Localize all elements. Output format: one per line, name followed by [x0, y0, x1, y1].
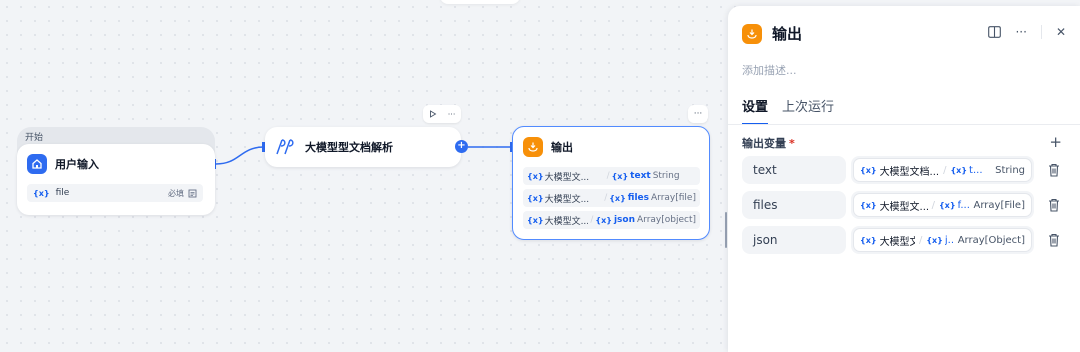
output-row-type: String	[652, 171, 680, 181]
tab-last-run[interactable]: 上次运行	[782, 96, 834, 125]
output-node-title: 输出	[551, 141, 573, 154]
trash-icon[interactable]	[1046, 197, 1062, 213]
output-row-source: 大模型文...	[544, 194, 590, 205]
tabs-divider	[728, 124, 1080, 125]
source-var: t...	[969, 164, 983, 176]
more-icon[interactable]: ···	[1015, 25, 1026, 39]
add-variable-button[interactable]: +	[1049, 133, 1062, 151]
llm-node-toolbar[interactable]: ···	[423, 105, 461, 123]
output-row: {x} 大模型文... / {x} json Array[object]	[523, 211, 700, 229]
output-more-button[interactable]: ···	[688, 105, 708, 123]
panel-title: 输出	[772, 25, 803, 43]
variable-icon: {x}	[860, 165, 877, 175]
output-row-var: json	[613, 215, 635, 225]
variable-icon: {x}	[527, 171, 544, 181]
output-row-source: 大模型文...	[544, 172, 590, 183]
llm-logo-icon	[276, 139, 294, 155]
variable-name-field[interactable]: files	[742, 191, 846, 219]
start-node[interactable]: 用户输入 {x} file 必填	[17, 144, 215, 215]
required-star: *	[789, 137, 795, 150]
description-input[interactable]: 添加描述...	[742, 62, 797, 78]
document-icon	[188, 189, 197, 197]
start-group-label: 开始	[25, 133, 44, 143]
variable-icon: {x}	[860, 235, 877, 245]
variable-icon: {x}	[950, 165, 968, 175]
source-var: f...	[957, 199, 970, 211]
play-icon[interactable]	[429, 110, 437, 118]
source-type: Array[File]	[973, 199, 1025, 211]
variable-icon: {x}	[938, 200, 956, 210]
close-icon[interactable]: ✕	[1056, 25, 1066, 39]
panel-tabs: 设置 上次运行	[742, 96, 834, 125]
output-row-type: Array[object]	[637, 215, 696, 225]
source-type: String	[995, 164, 1025, 176]
variable-icon: {x}	[609, 193, 626, 203]
variable-icon: {x}	[527, 215, 544, 225]
start-group[interactable]: 开始 用户输入 {x} file 必填	[17, 127, 215, 215]
variable-icon: {x}	[595, 215, 612, 225]
required-label: 必填	[168, 188, 184, 198]
output-row-var: text	[630, 171, 651, 181]
edge-start-llm	[215, 146, 265, 165]
tab-settings[interactable]: 设置	[742, 96, 769, 125]
variable-source-select[interactable]: {x} 大模型文档... / {x} t... String	[851, 156, 1034, 184]
variable-source-select[interactable]: {x} 大模型文... / {x} j... Array[Object]	[851, 226, 1034, 254]
variable-name-field[interactable]: text	[742, 156, 846, 184]
output-row: {x} 大模型文... / {x} text String	[523, 167, 700, 185]
variable-icon: {x}	[860, 200, 877, 210]
panel-resize-handle[interactable]	[725, 212, 727, 248]
output-icon	[742, 23, 762, 44]
llm-node[interactable]: 大模型型文档解析	[265, 127, 461, 167]
output-row-type: Array[file]	[651, 193, 696, 203]
output-variable-row: text {x} 大模型文档... / {x} t... String	[742, 156, 1062, 184]
workflow-canvas[interactable]: 开始 用户输入 {x} file 必填 ··· 大模型型文档解析 + ··· 输…	[0, 0, 730, 352]
more-icon[interactable]: ···	[448, 110, 456, 119]
output-node[interactable]: 输出 {x} 大模型文... / {x} text String {x} 大模型…	[512, 126, 710, 240]
variable-source-select[interactable]: {x} 大模型文... / {x} f... Array[File]	[851, 191, 1034, 219]
output-row: {x} 大模型文... / {x} files Array[file]	[523, 189, 700, 207]
trash-icon[interactable]	[1046, 162, 1062, 178]
split-view-icon[interactable]	[988, 26, 1002, 38]
output-variables-label: 输出变量 *	[742, 135, 795, 151]
start-node-title: 用户输入	[55, 158, 99, 171]
source-var: j...	[944, 234, 954, 246]
add-node-button[interactable]: +	[455, 140, 468, 153]
output-row-var: files	[627, 193, 650, 203]
variable-icon: {x}	[33, 188, 50, 198]
output-variables-label-text: 输出变量	[742, 137, 786, 150]
output-variable-row: files {x} 大模型文... / {x} f... Array[File]	[742, 191, 1062, 219]
source-node: 大模型文...	[879, 201, 928, 213]
output-row-source: 大模型文...	[544, 216, 589, 227]
output-settings-panel: 输出 ··· ✕ 添加描述... 设置 上次运行 输出变量 * + text {x…	[728, 6, 1080, 352]
variable-name-field[interactable]: json	[742, 226, 846, 254]
source-node: 大模型文档...	[879, 166, 940, 178]
variable-icon: {x}	[611, 171, 629, 181]
output-variable-row: json {x} 大模型文... / {x} j... Array[Object…	[742, 226, 1062, 254]
variable-icon: {x}	[527, 193, 544, 203]
output-icon	[523, 137, 543, 157]
start-variable-row[interactable]: {x} file 必填	[27, 184, 203, 202]
trash-icon[interactable]	[1046, 232, 1062, 248]
divider	[1040, 25, 1042, 39]
source-node: 大模型文...	[879, 236, 915, 248]
llm-node-title: 大模型型文档解析	[305, 141, 393, 154]
variable-name: file	[55, 188, 70, 198]
source-type: Array[Object]	[957, 234, 1025, 246]
home-icon	[27, 154, 47, 174]
variable-icon: {x}	[926, 235, 943, 245]
